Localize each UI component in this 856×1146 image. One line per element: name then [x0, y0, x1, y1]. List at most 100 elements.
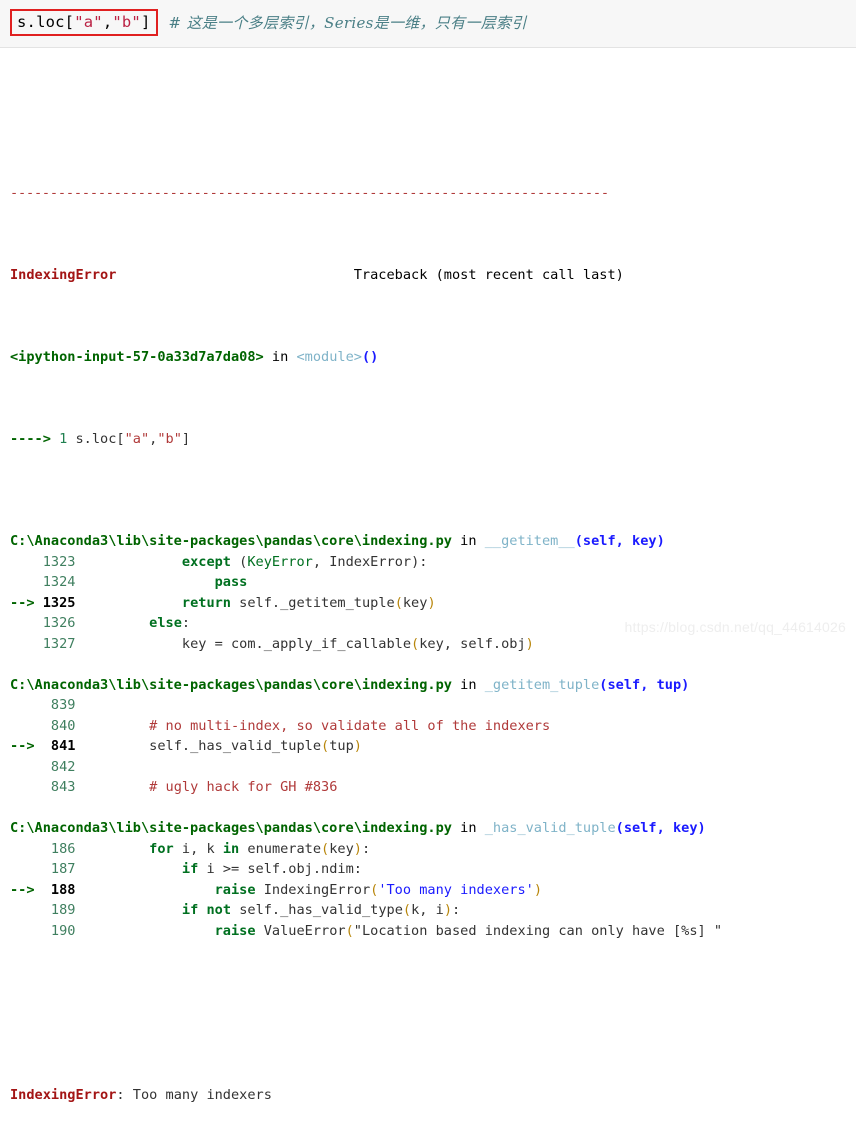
code-token: 'Too many indexers': [378, 881, 534, 898]
code-token: key: [329, 840, 354, 857]
code-line-number: 187: [42, 861, 84, 877]
code-token: raise: [214, 922, 256, 939]
input-cell-content: s.loc["a","b"] # 这是一个多层索引，Series是一维，只有一层…: [10, 9, 527, 36]
traceback-separator: ----------------------------------------…: [10, 185, 609, 201]
frame-file-path: C:\Anaconda3\lib\site-packages\pandas\co…: [10, 676, 452, 693]
code-line-number: 843: [42, 779, 84, 795]
code-line-number: 840: [42, 717, 84, 734]
code-token: in: [222, 840, 240, 857]
final-error-name: IndexingError: [10, 1086, 117, 1103]
code-token: if: [181, 861, 199, 877]
frame-code-line: 189 if not self._has_valid_type(k, i):: [10, 900, 856, 921]
frame-function-args: (self, tup): [599, 676, 690, 693]
code-token: return: [181, 594, 231, 611]
code-input[interactable]: s.loc["a","b"]: [10, 9, 158, 36]
code-token: ): [427, 594, 436, 611]
line-marker: [10, 779, 43, 795]
code-token: ValueError: [255, 922, 346, 939]
spacer-top: [10, 110, 856, 122]
code-token: self._getitem_tuple: [231, 594, 395, 611]
code-token: tup: [329, 738, 354, 754]
line-marker: [10, 759, 43, 775]
traceback-cell-in: in: [263, 348, 297, 365]
frame-function-args: (self, key): [615, 820, 706, 836]
code-token: self._has_valid_tuple: [149, 738, 322, 754]
code-token: key: [402, 594, 428, 611]
frame-code-line: 839: [10, 695, 856, 716]
code-token: :: [181, 615, 191, 631]
frame-file-path: C:\Anaconda3\lib\site-packages\pandas\co…: [10, 820, 452, 836]
traceback-exception-name: IndexingError: [10, 266, 117, 283]
traceback-output: ----------------------------------------…: [0, 48, 856, 1146]
call-code-prefix: s.loc[: [75, 430, 125, 447]
call-line-number: 1: [59, 430, 76, 447]
frame-header: C:\Anaconda3\lib\site-packages\pandas\co…: [10, 675, 856, 696]
frame-spacer: [10, 798, 856, 819]
frame-code-line: 187 if i >= self.obj.ndim:: [10, 859, 856, 880]
code-line-number: 189: [42, 902, 84, 918]
code-token: (: [370, 881, 379, 898]
code-token: ,: [312, 553, 330, 570]
code-token: else: [149, 615, 182, 631]
code-token: ): [533, 881, 542, 898]
call-string-b: "b": [157, 430, 182, 447]
code-prefix: s.loc[: [17, 13, 75, 31]
code-token: i >= self.obj.ndim:: [198, 861, 362, 877]
code-token: KeyError: [247, 553, 313, 570]
frame-code-line: 840 # no multi-index, so validate all of…: [10, 716, 856, 737]
code-token: pass: [214, 574, 248, 590]
frame-in-keyword: in: [451, 533, 485, 549]
code-line-number: 1323: [42, 553, 84, 570]
call-suffix: ]: [181, 430, 191, 447]
code-token: ): [353, 840, 362, 857]
code-string-a: "a": [74, 13, 103, 31]
code-token: if: [181, 902, 199, 918]
traceback-cell-parens: (): [361, 348, 379, 365]
frame-in-keyword: in: [451, 676, 485, 693]
code-comment: # 这是一个多层索引，Series是一维，只有一层索引: [168, 14, 527, 32]
line-marker: [10, 697, 43, 713]
traceback-header: IndexingError Traceback (most recent cal…: [10, 265, 856, 286]
code-token: (: [394, 594, 403, 611]
frame-function-name: _has_valid_tuple: [484, 820, 616, 836]
frame-code-line-current: --> 841 self._has_valid_tuple(tup): [10, 736, 856, 757]
frame-code-line: 186 for i, k in enumerate(key):: [10, 839, 856, 860]
code-line-number: 186: [42, 840, 84, 857]
line-marker: [10, 861, 43, 877]
traceback-cell-ref: <ipython-input-57-0a33d7a7da08>: [10, 348, 264, 365]
code-token: :: [361, 840, 371, 857]
frame-header: C:\Anaconda3\lib\site-packages\pandas\co…: [10, 531, 856, 552]
traceback-frames: C:\Anaconda3\lib\site-packages\pandas\co…: [10, 511, 856, 942]
code-string-b: "b": [112, 13, 141, 31]
input-cell[interactable]: s.loc["a","b"] # 这是一个多层索引，Series是一维，只有一层…: [0, 0, 856, 48]
frame-code-line-current: --> 1325 return self._getitem_tuple(key): [10, 593, 856, 614]
code-line-number: 1324: [42, 574, 84, 590]
frame-code-line: 843 # ugly hack for GH #836: [10, 777, 856, 798]
frame-code-line: 1323 except (KeyError, IndexError):: [10, 552, 856, 573]
frame-code-line: 190 raise ValueError("Location based ind…: [10, 921, 856, 942]
code-line-number: 1325: [42, 594, 84, 611]
frame-function-args: (self, key): [574, 533, 665, 549]
frame-file-path: C:\Anaconda3\lib\site-packages\pandas\co…: [10, 533, 452, 549]
code-token: (: [321, 738, 330, 754]
code-token: "Location based indexing can only have […: [353, 922, 723, 939]
code-line-number: 841: [42, 738, 84, 754]
traceback-cell-scope: <module>: [296, 348, 362, 365]
code-token: # ugly hack for GH #836: [149, 779, 338, 795]
frame-in-keyword: in: [451, 820, 485, 836]
frame-code-line: 842: [10, 757, 856, 778]
code-line-number: 188: [42, 881, 84, 898]
line-marker: [10, 902, 43, 918]
line-marker: [10, 574, 43, 590]
code-token: (: [402, 902, 412, 918]
code-token: raise: [214, 881, 256, 898]
final-error-separator: :: [116, 1086, 133, 1103]
